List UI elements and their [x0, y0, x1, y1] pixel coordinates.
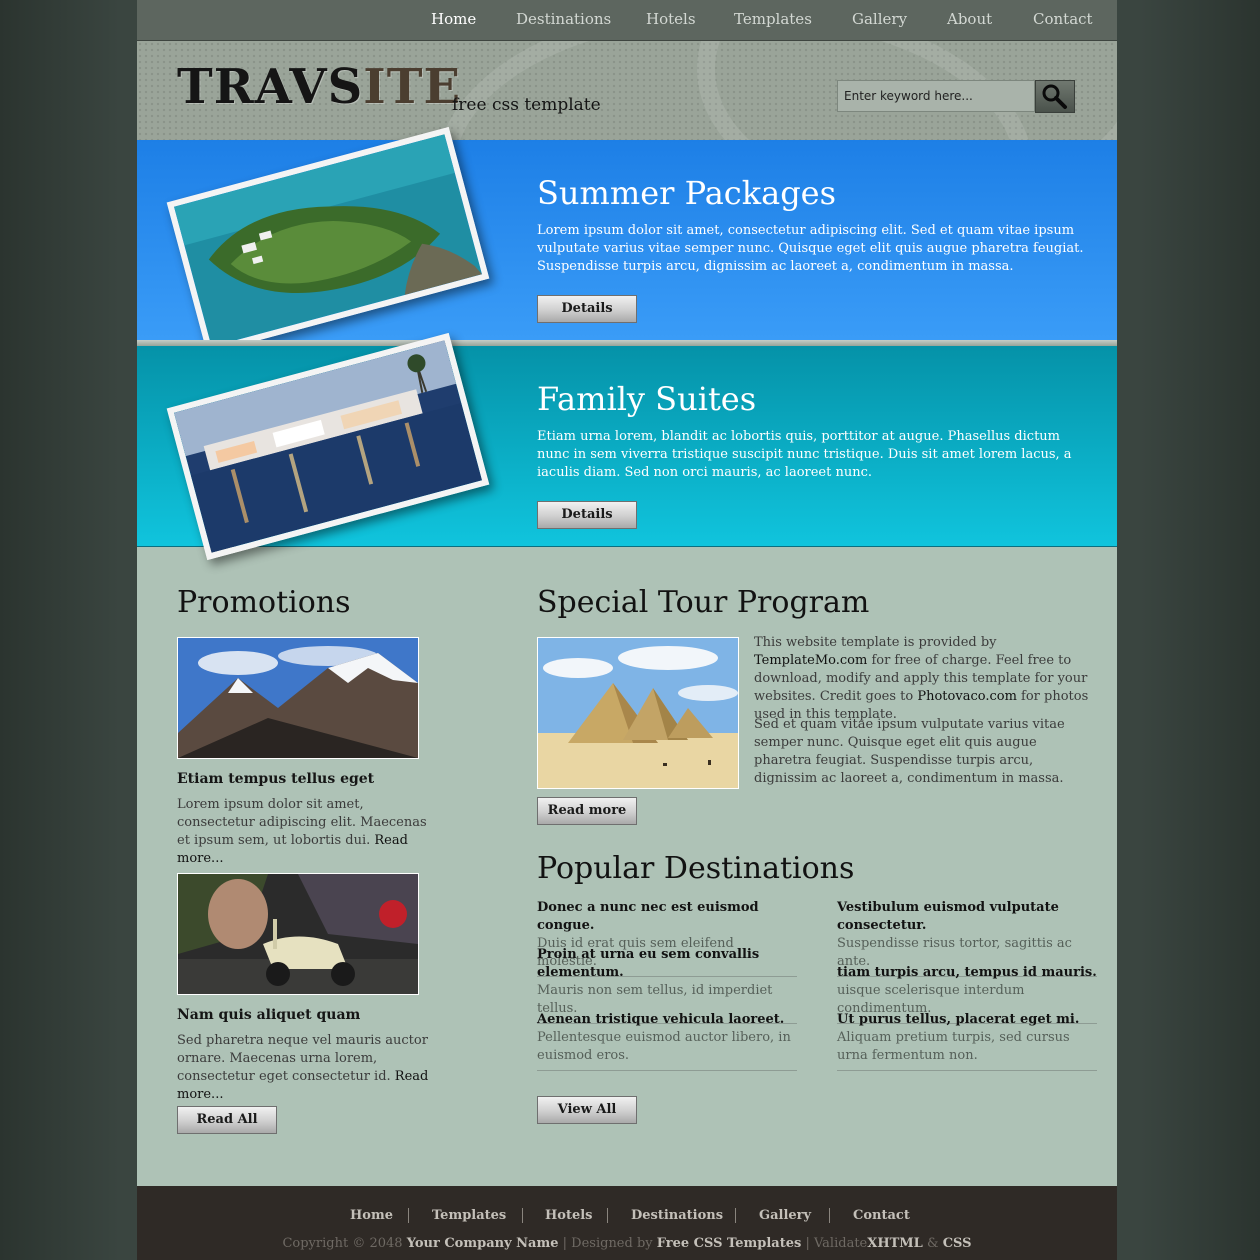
promo-text: Lorem ipsum dolor sit amet, consectetur … [177, 797, 427, 866]
tour-title: Special Tour Program [537, 585, 870, 620]
designer-link[interactable]: Free CSS Templates [657, 1236, 802, 1251]
footer-separator [522, 1208, 523, 1223]
site-tagline: free css template [452, 95, 601, 115]
nav-destinations[interactable]: Destinations [516, 10, 611, 28]
nav-templates[interactable]: Templates [734, 10, 812, 28]
promo-image-scooter[interactable] [177, 873, 419, 995]
banner-text: Lorem ipsum dolor sit amet, consectetur … [537, 223, 1084, 274]
site-header: TRAVSITE free css template Enter keyword… [137, 41, 1117, 140]
footer-nav-home[interactable]: Home [350, 1208, 393, 1223]
footer-nav-templates[interactable]: Templates [432, 1208, 506, 1223]
site-footer: Home Templates Hotels Destinations Galle… [137, 1186, 1117, 1260]
nav-hotels[interactable]: Hotels [646, 10, 696, 28]
banner-title: Family Suites [537, 380, 757, 418]
footer-nav-gallery[interactable]: Gallery [759, 1208, 811, 1223]
banner-summer-packages: Summer Packages Lorem ipsum dolor sit am… [137, 126, 1117, 355]
search-input[interactable]: Enter keyword here... [837, 80, 1035, 112]
copyright-line: Copyright © 2048 Your Company Name | Des… [282, 1236, 972, 1251]
company-name-link[interactable]: Your Company Name [407, 1236, 559, 1251]
templatemo-link[interactable]: TemplateMo.com [754, 653, 867, 668]
banner-family-suites: Family Suites Etiam urna lorem, blandit … [137, 332, 1117, 561]
destination-title[interactable]: Ut purus tellus, placerat eget mi. [837, 1011, 1097, 1029]
promo-image-mountains[interactable] [177, 637, 419, 759]
banner-photo-harbor [166, 332, 490, 561]
nav-home[interactable]: Home [431, 10, 476, 28]
destinations-title: Popular Destinations [537, 851, 855, 886]
banner-title: Summer Packages [537, 174, 837, 212]
magnifier-icon [1042, 84, 1067, 109]
nav-gallery[interactable]: Gallery [852, 10, 907, 28]
banner-photo-island [166, 126, 490, 355]
site-logo[interactable]: TRAVSITE [177, 63, 461, 111]
tour-paragraph: Sed et quam vitae ipsum vulputate varius… [754, 717, 1065, 786]
footer-nav-destinations[interactable]: Destinations [631, 1208, 723, 1223]
destination-title[interactable]: Aenean tristique vehicula laoreet. [537, 1011, 797, 1029]
read-all-button[interactable]: Read All [177, 1106, 277, 1134]
search-button[interactable] [1035, 80, 1075, 113]
destination-item[interactable]: Aenean tristique vehicula laoreet. Pelle… [537, 1011, 797, 1071]
destination-text: Aliquam pretium turpis, sed cursus urna … [837, 1030, 1070, 1063]
photovaco-link[interactable]: Photovaco.com [917, 689, 1017, 704]
destination-title[interactable]: Proin at urna eu sem convallis elementum… [537, 946, 797, 982]
tour-description: This website template is provided by Tem… [754, 635, 1089, 722]
top-nav: Home Destinations Hotels Templates Galle… [137, 0, 1117, 41]
nav-contact[interactable]: Contact [1033, 10, 1093, 28]
details-button[interactable]: Details [537, 501, 637, 529]
destination-title[interactable]: Donec a nunc nec est euismod congue. [537, 899, 797, 935]
destination-title[interactable]: tiam turpis arcu, tempus id mauris. [837, 964, 1097, 982]
footer-nav-contact[interactable]: Contact [853, 1208, 910, 1223]
promotions-title: Promotions [177, 585, 351, 620]
tour-image-pyramids[interactable] [537, 637, 739, 789]
footer-separator [408, 1208, 409, 1223]
page: Home Destinations Hotels Templates Galle… [137, 0, 1117, 1260]
promo-title[interactable]: Etiam tempus tellus eget [177, 771, 374, 787]
validate-xhtml-link[interactable]: XHTML [867, 1236, 923, 1251]
read-more-button[interactable]: Read more [537, 797, 637, 825]
nav-about[interactable]: About [947, 10, 992, 28]
destination-title[interactable]: Vestibulum euismod vulputate consectetur… [837, 899, 1097, 935]
destination-text: Pellentesque euismod auctor libero, in e… [537, 1030, 791, 1063]
footer-separator [829, 1208, 830, 1223]
promo-text: Sed pharetra neque vel mauris auctor orn… [177, 1033, 429, 1102]
details-button[interactable]: Details [537, 295, 637, 323]
view-all-button[interactable]: View All [537, 1096, 637, 1124]
footer-nav-hotels[interactable]: Hotels [545, 1208, 593, 1223]
destination-item[interactable]: Ut purus tellus, placerat eget mi. Aliqu… [837, 1011, 1097, 1071]
footer-separator [607, 1208, 608, 1223]
validate-css-link[interactable]: CSS [943, 1236, 972, 1251]
banner-text: Etiam urna lorem, blandit ac lobortis qu… [537, 429, 1072, 480]
promo-title[interactable]: Nam quis aliquet quam [177, 1007, 360, 1023]
footer-separator [735, 1208, 736, 1223]
